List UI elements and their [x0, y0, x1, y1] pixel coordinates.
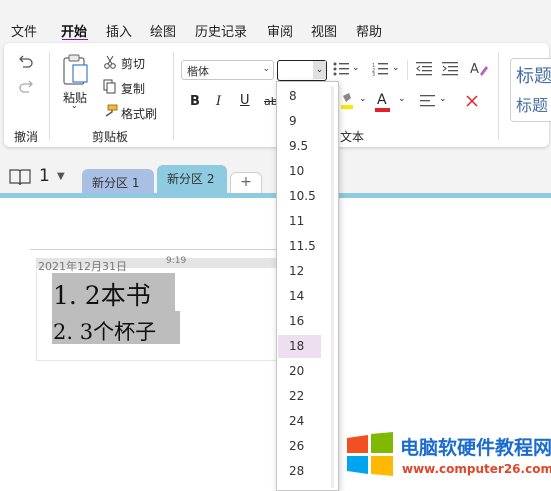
style-heading1[interactable]: 标题	[516, 62, 551, 88]
divider	[49, 52, 50, 140]
undo-group-label: 撤消	[14, 130, 39, 144]
note-line-2[interactable]: 2. 3个杯子	[53, 316, 156, 346]
font-size-option[interactable]: 28	[278, 460, 321, 483]
font-name-combo[interactable]: 楷体 ⌄	[181, 60, 274, 80]
font-size-option[interactable]: 11	[278, 210, 321, 233]
paste-icon[interactable]	[61, 53, 91, 87]
chevron-down-icon[interactable]: ⌄	[392, 63, 400, 73]
font-size-option[interactable]: 8	[278, 85, 321, 108]
notebook-icon[interactable]	[8, 168, 32, 187]
chevron-down-icon[interactable]: ⌄	[359, 94, 367, 104]
cut-icon[interactable]	[103, 55, 117, 69]
highlight-icon[interactable]	[341, 92, 353, 110]
font-size-option[interactable]: 14	[278, 285, 321, 308]
redo-icon[interactable]	[17, 78, 35, 94]
menu-bar: 文件 开始 插入 绘图 历史记录 审阅 视图 帮助	[0, 0, 551, 41]
underline-button[interactable]: U	[240, 93, 250, 108]
font-size-option[interactable]: 12	[278, 260, 321, 283]
style-heading2[interactable]: 标题	[516, 92, 548, 116]
section-tab-label: 新分区 1	[92, 176, 140, 190]
font-size-option[interactable]: 16	[278, 310, 321, 333]
copy-button[interactable]: 复制	[121, 80, 145, 97]
font-color-button[interactable]: A	[377, 92, 387, 108]
decrease-indent-icon[interactable]	[416, 62, 433, 76]
cut-button[interactable]: 剪切	[121, 55, 145, 72]
align-icon[interactable]	[420, 95, 436, 107]
menu-review[interactable]: 审阅	[267, 21, 293, 40]
watermark-title: 电脑软硬件教程网	[400, 437, 551, 459]
divider	[173, 52, 174, 140]
notebook-name[interactable]: 1	[39, 166, 50, 186]
font-size-option[interactable]: 26	[278, 435, 321, 458]
font-size-option[interactable]: 9	[278, 110, 321, 133]
font-size-option[interactable]: 11.5	[278, 235, 321, 258]
notebook-dropdown-icon[interactable]: ▼	[57, 171, 65, 182]
menu-home[interactable]: 开始	[61, 21, 87, 40]
font-color-swatch	[375, 108, 390, 112]
chevron-down-icon[interactable]: ⌄	[352, 63, 360, 73]
undo-icon[interactable]	[17, 53, 35, 69]
font-size-dropdown: 8 9 9.5 10 10.5 11 11.5 12 14 16 18 20 2…	[276, 81, 339, 491]
clear-formatting-icon[interactable]: A	[470, 60, 488, 77]
paste-chevron-icon[interactable]: ⌄	[71, 101, 78, 110]
increase-indent-icon[interactable]	[442, 62, 459, 76]
page-time: 9:19	[166, 256, 187, 266]
menu-view[interactable]: 视图	[311, 21, 337, 40]
note-line-1[interactable]: 1. 2本书	[53, 276, 151, 312]
divider	[498, 52, 499, 140]
watermark-url: www.computer26.com	[402, 462, 551, 476]
menu-history[interactable]: 历史记录	[195, 21, 247, 40]
menu-insert[interactable]: 插入	[106, 21, 132, 40]
font-size-option[interactable]: 10	[278, 160, 321, 183]
section-tab-2[interactable]: 新分区 2	[157, 165, 227, 195]
basic-text-group-label: 文本	[340, 130, 365, 144]
svg-text:3: 3	[372, 72, 375, 76]
font-size-dropdown-button[interactable]: ⌄	[313, 61, 326, 79]
copy-icon[interactable]	[103, 79, 117, 94]
windows-logo-icon	[347, 432, 393, 476]
numbering-icon[interactable]: 1 2 3	[372, 62, 388, 76]
clipboard-group-label: 剪贴板	[92, 130, 129, 144]
page-title-line	[30, 249, 280, 250]
font-size-option[interactable]: 22	[278, 385, 321, 408]
menu-draw[interactable]: 绘图	[150, 21, 176, 40]
font-size-option[interactable]: 24	[278, 410, 321, 433]
chevron-down-icon[interactable]: ⌄	[398, 94, 406, 104]
bold-button[interactable]: B	[190, 94, 200, 109]
section-tab-1[interactable]: 新分区 1	[82, 169, 154, 195]
bullets-icon[interactable]	[333, 62, 349, 76]
format-painter-icon[interactable]	[102, 104, 118, 118]
svg-text:A: A	[470, 62, 479, 77]
delete-icon[interactable]	[466, 95, 478, 107]
section-tab-label: 新分区 2	[167, 172, 215, 186]
font-name-value: 楷体	[187, 65, 209, 78]
add-section-button[interactable]: +	[230, 172, 262, 194]
menu-help[interactable]: 帮助	[356, 21, 382, 40]
page-date: 2021年12月31日	[38, 260, 127, 273]
chevron-down-icon[interactable]: ⌄	[439, 94, 447, 104]
dropdown-scrollbar[interactable]	[331, 86, 334, 488]
font-size-option[interactable]: 10.5	[278, 185, 321, 208]
chevron-down-icon: ⌄	[262, 64, 270, 74]
divider	[407, 60, 408, 80]
italic-button[interactable]: I	[216, 94, 221, 109]
format-painter-button[interactable]: 格式刷	[121, 105, 157, 122]
font-size-option[interactable]: 20	[278, 360, 321, 383]
menu-file[interactable]: 文件	[11, 21, 37, 40]
font-size-option[interactable]: 9.5	[278, 135, 321, 158]
font-size-option-highlighted[interactable]: 18	[278, 335, 321, 358]
